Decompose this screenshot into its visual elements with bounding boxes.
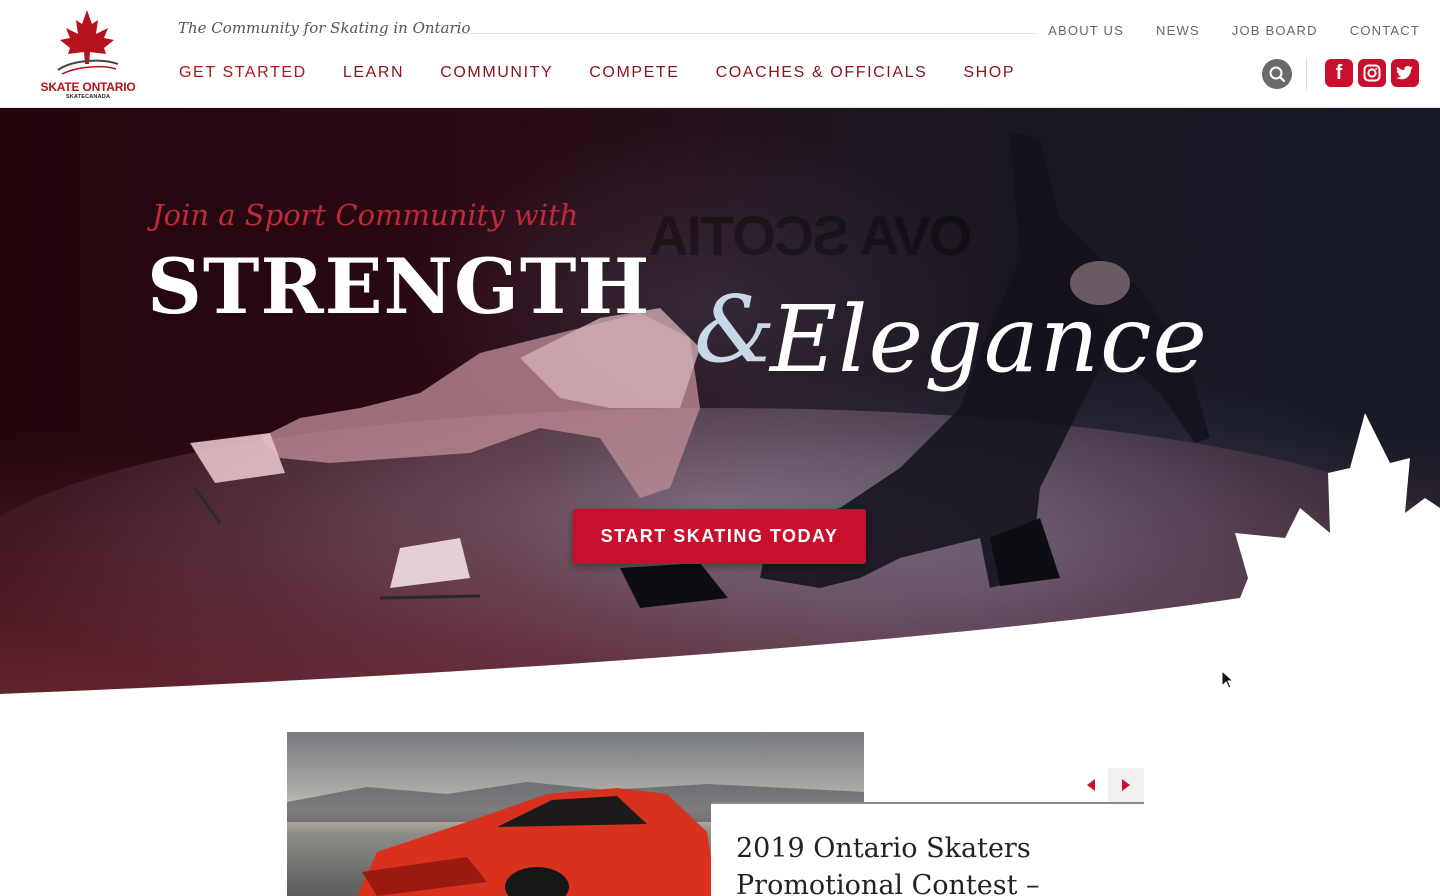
maple-leaf-logo-icon xyxy=(57,10,119,75)
search-button[interactable] xyxy=(1262,59,1292,89)
logo-subtitle: SKATECANADA xyxy=(65,94,111,100)
skate-ontario-logo[interactable]: SKATE ONTARIO SKATECANADA xyxy=(28,6,146,102)
utility-nav-news[interactable]: NEWS xyxy=(1156,23,1200,38)
facebook-icon[interactable]: f xyxy=(1325,59,1353,87)
main-nav-community[interactable]: COMMUNITY xyxy=(440,64,553,82)
search-icon xyxy=(1269,66,1286,83)
utility-nav-job-board[interactable]: JOB BOARD xyxy=(1232,23,1318,38)
hero-bottom-curve xyxy=(0,413,1440,698)
twitter-icon[interactable] xyxy=(1391,59,1419,87)
mouse-cursor-icon xyxy=(1221,670,1235,689)
main-nav-get-started[interactable]: GET STARTED xyxy=(179,64,307,82)
social-divider xyxy=(1306,58,1307,90)
utility-nav: ABOUT US NEWS JOB BOARD CONTACT xyxy=(1048,23,1420,38)
utility-nav-contact[interactable]: CONTACT xyxy=(1350,23,1420,38)
utility-nav-about-us[interactable]: ABOUT US xyxy=(1048,23,1124,38)
main-nav: GET STARTED LEARN COMMUNITY COMPETE COAC… xyxy=(179,64,1015,82)
main-nav-coaches-officials[interactable]: COACHES & OFFICIALS xyxy=(716,64,928,82)
chevron-right-icon xyxy=(1122,779,1130,791)
carousel-next-button[interactable] xyxy=(1108,768,1144,802)
logo-name: SKATE ONTARIO xyxy=(40,80,136,94)
tagline-divider xyxy=(455,33,1035,34)
carousel-prev-button[interactable] xyxy=(1073,768,1109,802)
feature-title-line-2: Promotional Contest – xyxy=(736,870,1040,896)
hero-banner: OVA SCOTIA Join a Sport Community with S… xyxy=(0,108,1440,698)
main-nav-shop[interactable]: SHOP xyxy=(963,64,1015,82)
feature-title-line-1: 2019 Ontario Skaters xyxy=(736,833,1031,864)
instagram-icon[interactable] xyxy=(1358,59,1386,87)
main-nav-learn[interactable]: LEARN xyxy=(343,64,404,82)
main-nav-compete[interactable]: COMPETE xyxy=(589,64,679,82)
site-header: SKATE ONTARIO SKATECANADA The Community … xyxy=(0,0,1440,108)
feature-card[interactable]: 2019 Ontario Skaters Promotional Contest… xyxy=(711,802,1144,896)
site-tagline: The Community for Skating in Ontario xyxy=(178,19,471,37)
chevron-left-icon xyxy=(1087,779,1095,791)
